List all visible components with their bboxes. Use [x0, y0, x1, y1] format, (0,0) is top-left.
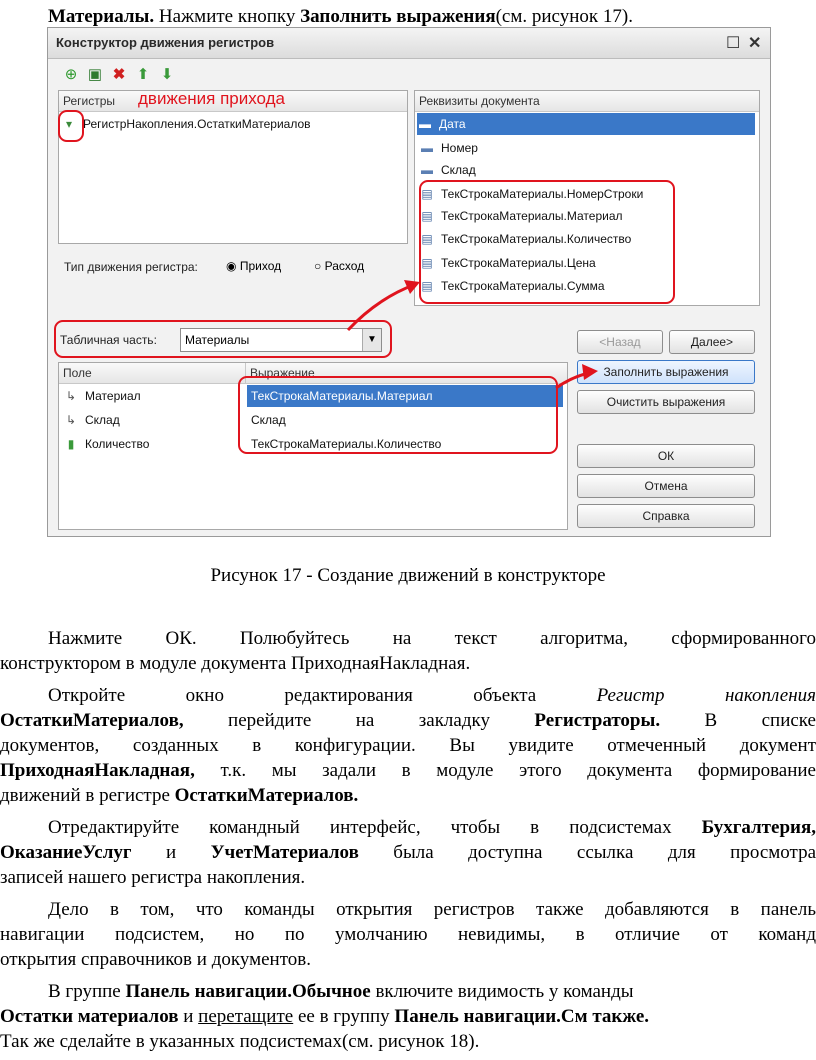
- intro-line: Материалы. Нажмите кнопку Заполнить выра…: [48, 6, 633, 27]
- figure-caption: Рисунок 17 - Создание движений в констру…: [210, 565, 606, 586]
- paragraph-2-line-1: Откройте окно редактирования объекта Рег…: [48, 685, 816, 706]
- register-movement-designer-dialog: Конструктор движения регистров ☐ ✕ ⊕ ▣ ✖…: [47, 27, 771, 537]
- paragraph-5-line-2: Остатки материалов и перетащите ее в гру…: [0, 1006, 650, 1027]
- paragraph-5-line-3: Так же сделайте в указанных подсистемах(…: [0, 1031, 480, 1052]
- annotation-arrows: [346, 280, 598, 390]
- paragraph-1-line-1: Нажмите ОК. Полюбуйтесь на текст алгорит…: [48, 628, 816, 649]
- paragraph-2-line-3: документов, созданных в конфигурации. Вы…: [0, 735, 816, 756]
- paragraph-5-line-1: В группе Панель навигации.Обычное включи…: [48, 981, 634, 1002]
- paragraph-3-line-1: Отредактируйте командный интерфейс, чтоб…: [48, 817, 816, 838]
- paragraph-4-line-3: открытия справочников и документов.: [0, 949, 311, 970]
- paragraph-4-line-1: Дело в том, что команды открытия регистр…: [48, 899, 816, 920]
- paragraph-2-line-4: ПриходнаяНакладная, т.к. мы задали в мод…: [0, 760, 816, 781]
- paragraph-3-line-3: записей нашего регистра накопления.: [0, 867, 306, 888]
- paragraph-3-line-2: ОказаниеУслуг и УчетМатериалов была дост…: [0, 842, 816, 863]
- paragraph-2-line-5: движений в регистре ОстаткиМатериалов.: [0, 785, 359, 806]
- paragraph-1-line-2: конструктором в модуле документа Приходн…: [0, 653, 471, 674]
- paragraph-4-line-2: навигации подсистем, но по умолчанию нев…: [0, 924, 816, 945]
- paragraph-2-line-2: ОстаткиМатериалов, перейдите на закладку…: [0, 710, 816, 731]
